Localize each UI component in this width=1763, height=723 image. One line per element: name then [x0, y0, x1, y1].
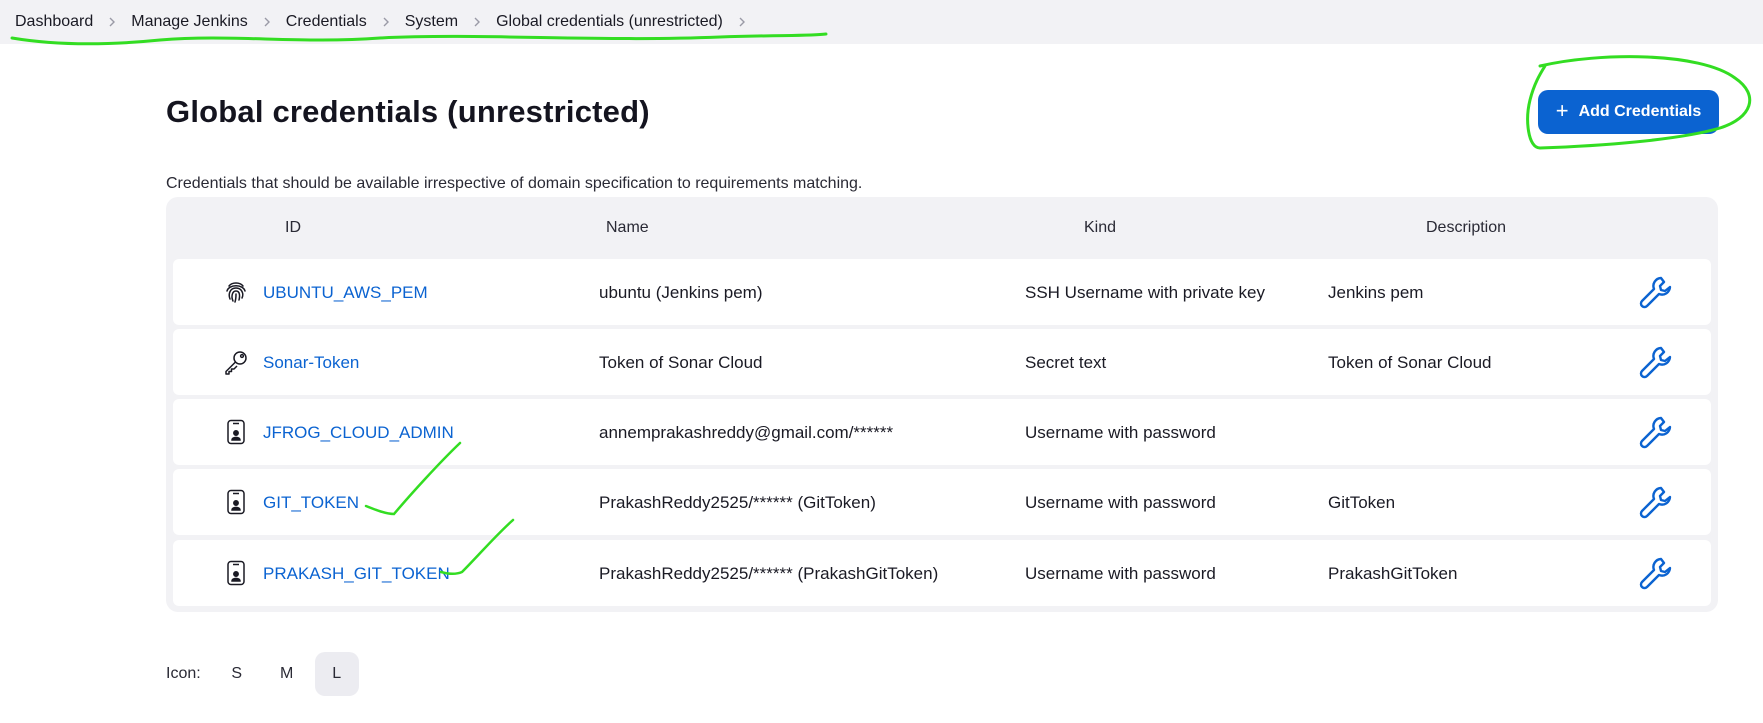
- chevron-right-icon: [381, 17, 391, 27]
- fingerprint-icon: [223, 279, 249, 305]
- wrench-icon[interactable]: [1637, 273, 1675, 311]
- wrench-icon[interactable]: [1637, 413, 1675, 451]
- chevron-right-icon: [262, 17, 272, 27]
- credential-kind: Username with password: [1025, 564, 1216, 583]
- wrench-icon[interactable]: [1637, 554, 1675, 592]
- page-description: Credentials that should be available irr…: [166, 175, 863, 192]
- icon-size-large-button[interactable]: L: [314, 652, 359, 696]
- breadcrumb-system[interactable]: System: [405, 13, 458, 31]
- credential-name: annemprakashreddy@gmail.com/******: [599, 423, 894, 442]
- breadcrumb-manage-jenkins[interactable]: Manage Jenkins: [131, 13, 248, 31]
- breadcrumb: Dashboard Manage Jenkins Credentials Sys…: [0, 13, 761, 31]
- icon-size-medium-button[interactable]: M: [265, 652, 309, 696]
- breadcrumb-credentials[interactable]: Credentials: [286, 13, 367, 31]
- credential-description: Token of Sonar Cloud: [1328, 353, 1492, 372]
- credential-name: Token of Sonar Cloud: [599, 353, 763, 372]
- chevron-right-icon[interactable]: [737, 17, 747, 27]
- plus-icon: +: [1555, 98, 1569, 123]
- credential-id-link[interactable]: JFROG_CLOUD_ADMIN: [263, 423, 454, 443]
- add-credentials-button[interactable]: + Add Credentials: [1538, 90, 1719, 134]
- chevron-right-icon: [472, 17, 482, 27]
- table-row: JFROG_CLOUD_ADMIN annemprakashreddy@gmai…: [173, 399, 1711, 465]
- credential-kind: Username with password: [1025, 493, 1216, 512]
- credential-id-link[interactable]: Sonar-Token: [263, 353, 359, 373]
- header-description[interactable]: Description: [1426, 219, 1506, 237]
- credential-name: PrakashReddy2525/****** (PrakashGitToken…: [599, 564, 939, 583]
- breadcrumb-bar: Dashboard Manage Jenkins Credentials Sys…: [0, 0, 1763, 44]
- wrench-icon[interactable]: [1637, 483, 1675, 521]
- icon-size-selector: Icon: S M L: [166, 652, 365, 696]
- credential-kind: Username with password: [1025, 423, 1216, 442]
- chevron-right-icon: [107, 17, 117, 27]
- breadcrumb-global-credentials[interactable]: Global credentials (unrestricted): [496, 13, 723, 31]
- key-icon: [223, 349, 249, 375]
- header-id[interactable]: ID: [285, 219, 301, 237]
- credential-description: GitToken: [1328, 493, 1396, 512]
- credentials-table: ID Name Kind Description UBUNTU_AWS_PEM …: [166, 197, 1718, 612]
- credential-id-link[interactable]: UBUNTU_AWS_PEM: [263, 283, 428, 303]
- id-badge-icon: [223, 419, 249, 445]
- table-row: GIT_TOKEN PrakashReddy2525/****** (GitTo…: [173, 469, 1711, 535]
- credential-id-link[interactable]: PRAKASH_GIT_TOKEN: [263, 564, 450, 584]
- credential-kind: Secret text: [1025, 353, 1107, 372]
- credential-description: Jenkins pem: [1328, 283, 1424, 302]
- credential-kind: SSH Username with private key: [1025, 283, 1265, 302]
- credential-id-link[interactable]: GIT_TOKEN: [263, 493, 359, 513]
- wrench-icon[interactable]: [1637, 343, 1675, 381]
- table-row: PRAKASH_GIT_TOKEN PrakashReddy2525/*****…: [173, 540, 1711, 606]
- header-name[interactable]: Name: [606, 219, 649, 237]
- credential-name: PrakashReddy2525/****** (GitToken): [599, 493, 876, 512]
- table-row: Sonar-Token Token of Sonar Cloud Secret …: [173, 329, 1711, 395]
- add-credentials-label: Add Credentials: [1578, 103, 1702, 120]
- table-row: UBUNTU_AWS_PEM ubuntu (Jenkins pem) SSH …: [173, 259, 1711, 325]
- page-title: Global credentials (unrestricted): [166, 94, 650, 129]
- credential-name: ubuntu (Jenkins pem): [599, 283, 763, 302]
- icon-size-small-button[interactable]: S: [215, 652, 259, 696]
- id-badge-icon: [223, 489, 249, 515]
- header-kind[interactable]: Kind: [1084, 219, 1116, 237]
- icon-size-label: Icon:: [166, 665, 201, 682]
- breadcrumb-dashboard[interactable]: Dashboard: [15, 13, 93, 31]
- credential-description: PrakashGitToken: [1328, 564, 1458, 583]
- id-badge-icon: [223, 560, 249, 586]
